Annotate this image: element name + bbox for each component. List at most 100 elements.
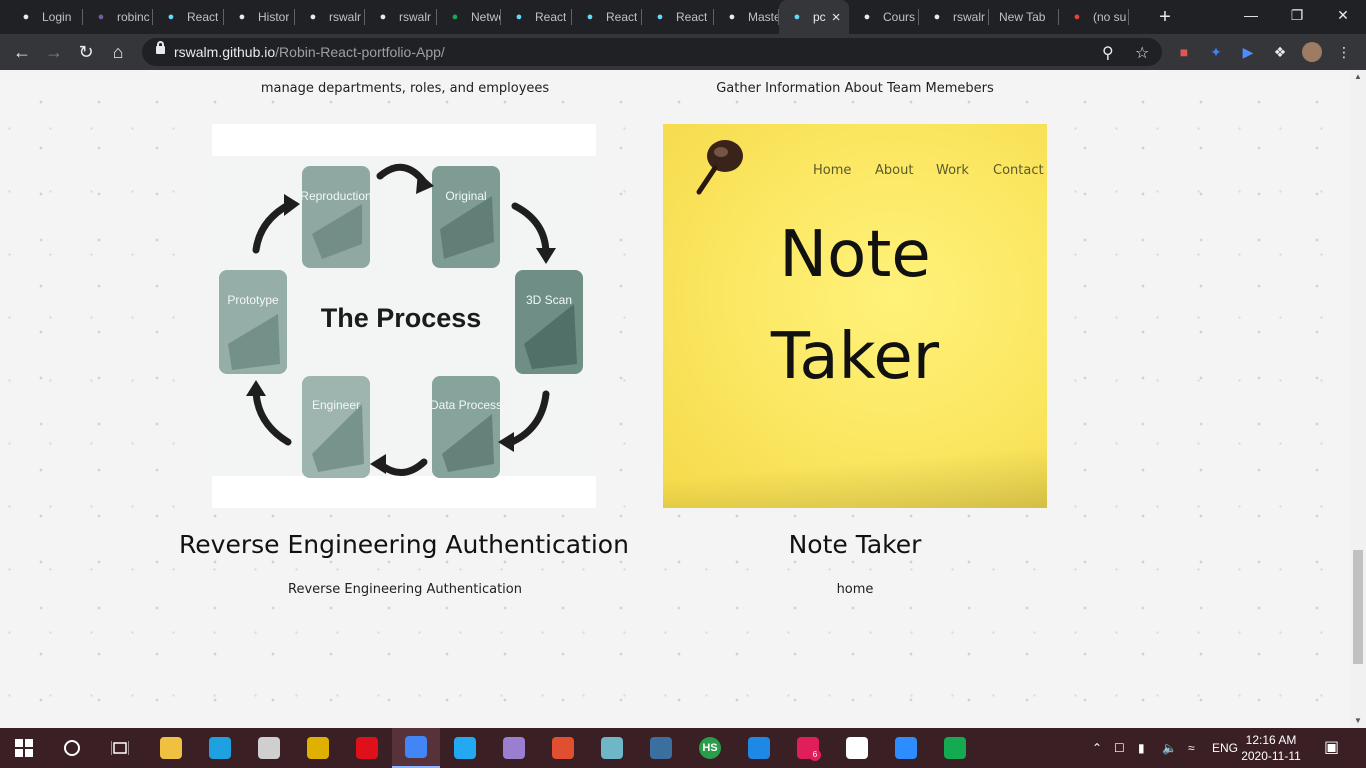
menu-kebab-icon[interactable]: ⋮ [1334, 42, 1354, 62]
scrollbar-thumb[interactable] [1353, 550, 1363, 664]
system-clock[interactable]: 12:16 AM 2020-11-11 [1240, 732, 1302, 764]
taskbar-app[interactable] [245, 728, 293, 768]
profile-avatar-icon[interactable] [1302, 42, 1322, 62]
react-icon: ● [793, 11, 801, 23]
browser-tab[interactable]: ● (no su [1059, 0, 1129, 34]
paint-icon [307, 737, 329, 759]
project-description: Gather Information About Team Memebers [716, 81, 994, 96]
address-bar[interactable]: rswalm.github.io/Robin-React-portfolio-A… [142, 38, 1162, 66]
tab-close-icon[interactable]: × [832, 9, 841, 26]
taskbar-app[interactable] [392, 728, 440, 768]
browser-tab[interactable]: ● Maste [714, 0, 779, 34]
input-language[interactable]: ENG [1212, 728, 1238, 768]
browser-tab[interactable]: ● rswalr [365, 0, 437, 34]
windows-start-icon[interactable] [0, 728, 48, 768]
close-window-button[interactable]: ✕ [1320, 0, 1366, 30]
search-circle-icon[interactable] [48, 728, 96, 768]
taskbar-app[interactable] [735, 728, 783, 768]
opera-icon [356, 737, 378, 759]
taskbar-app[interactable] [539, 728, 587, 768]
project-image-note-taker[interactable]: Home About Work Contact Note Taker [663, 124, 1047, 508]
globe-icon: ● [863, 11, 871, 23]
back-arrow-icon[interactable]: ← [8, 38, 36, 66]
taskbar-app[interactable] [637, 728, 685, 768]
page-scrollbar[interactable]: ▲ ▼ [1350, 70, 1366, 728]
taskbar-app[interactable]: 6 [784, 728, 832, 768]
taskbar-app[interactable] [441, 728, 489, 768]
tab-title: Histor [258, 10, 290, 24]
tab-title: React [676, 10, 708, 24]
extension-blue-icon[interactable]: ✦ [1206, 42, 1226, 62]
browser-tab[interactable]: ● Netwo [437, 0, 501, 34]
browser-tab[interactable]: ● rswalr [295, 0, 365, 34]
browser-tab[interactable]: ● Login [8, 0, 83, 34]
browser-tab[interactable]: ● React [572, 0, 642, 34]
taskbar-app[interactable] [931, 728, 979, 768]
taskbar-app[interactable] [588, 728, 636, 768]
tab-title: (no su [1093, 10, 1127, 24]
taskbar-app[interactable] [490, 728, 538, 768]
tab-title: Maste [748, 10, 779, 24]
browser-tab[interactable]: ● robinc [83, 0, 153, 34]
extension-play-icon[interactable]: ▶ [1238, 42, 1258, 62]
media-player-icon [748, 737, 770, 759]
react-icon: ● [515, 11, 523, 23]
browser-tab[interactable]: ● Histor [224, 0, 295, 34]
clock-date: 2020-11-11 [1241, 749, 1301, 763]
tab-title: Login [42, 10, 72, 24]
taskbar-app[interactable] [147, 728, 195, 768]
browser-tab[interactable]: ● React [642, 0, 714, 34]
restore-button[interactable]: ❐ [1274, 0, 1320, 30]
mongodb-compass-icon [944, 737, 966, 759]
browser-tab[interactable]: ● React [501, 0, 572, 34]
taskbar-app[interactable] [882, 728, 930, 768]
tray-notification-icon[interactable]: ☐ [1114, 728, 1125, 768]
notepad-icon [258, 737, 280, 759]
chrome-icon [405, 736, 427, 758]
tray-chevron-up-icon[interactable]: ⌃ [1092, 728, 1102, 768]
note-nav-work: Work [936, 163, 969, 178]
volume-icon[interactable]: 🔈 [1162, 728, 1177, 768]
url-text[interactable]: rswalm.github.io/Robin-React-portfolio-A… [174, 44, 445, 60]
note-image-word-2: Taker [770, 320, 940, 394]
extensions-puzzle-icon[interactable]: ❖ [1270, 42, 1290, 62]
browser-tab[interactable]: ● rswalr [919, 0, 989, 34]
note-shadow [663, 438, 1047, 508]
tab-title: New Tab [999, 10, 1046, 24]
clock-time: 12:16 AM [1245, 733, 1297, 747]
browser-tab[interactable]: New Tab [989, 0, 1059, 34]
browser-tab[interactable]: ● pc × [779, 0, 849, 34]
home-icon[interactable]: ⌂ [104, 38, 132, 66]
tab-title: rswalr [399, 10, 431, 24]
taskbar-app[interactable] [294, 728, 342, 768]
action-center-icon[interactable]: ▣ [1324, 728, 1339, 768]
reload-icon[interactable]: ↻ [72, 38, 100, 66]
taskbar-app[interactable] [196, 728, 244, 768]
minimize-button[interactable]: — [1228, 0, 1274, 30]
page-viewport: manage departments, roles, and employees… [0, 70, 1350, 728]
new-tab-button[interactable]: + [1152, 4, 1178, 30]
gitkraken-icon [552, 737, 574, 759]
react-icon: ● [167, 11, 175, 23]
project-image-reverse-engineering[interactable]: Reproduction Original 3D Scan Data Proce… [212, 124, 596, 508]
extension-red-icon[interactable]: ■ [1174, 42, 1194, 62]
browser-tab[interactable]: ● React [153, 0, 224, 34]
scroll-up-arrow-icon[interactable]: ▲ [1350, 70, 1366, 84]
mongodb-leaf-icon: ● [451, 11, 459, 23]
step-label-reproduction: Reproduction [300, 189, 371, 203]
taskbar-app[interactable] [833, 728, 881, 768]
task-view-icon[interactable] [96, 728, 144, 768]
tab-title: rswalr [329, 10, 361, 24]
paint3d-icon [503, 737, 525, 759]
browser-tab-strip: ● Login ● robinc ● React ● Histor ● rswalr ● rswalr… [0, 0, 1366, 34]
browser-tab[interactable]: ● Cours [849, 0, 919, 34]
tab-title: Netwo [471, 10, 501, 24]
taskbar-app[interactable]: HS [686, 728, 734, 768]
scroll-down-arrow-icon[interactable]: ▼ [1350, 714, 1366, 728]
zoom-magnifier-icon[interactable]: ⚲ [1102, 43, 1114, 63]
forward-arrow-icon[interactable]: → [40, 38, 68, 66]
taskbar-app[interactable] [343, 728, 391, 768]
battery-icon[interactable]: ▮ [1138, 728, 1145, 768]
bookmark-star-icon[interactable]: ☆ [1135, 43, 1149, 63]
wifi-icon[interactable]: ≈ [1188, 728, 1195, 768]
